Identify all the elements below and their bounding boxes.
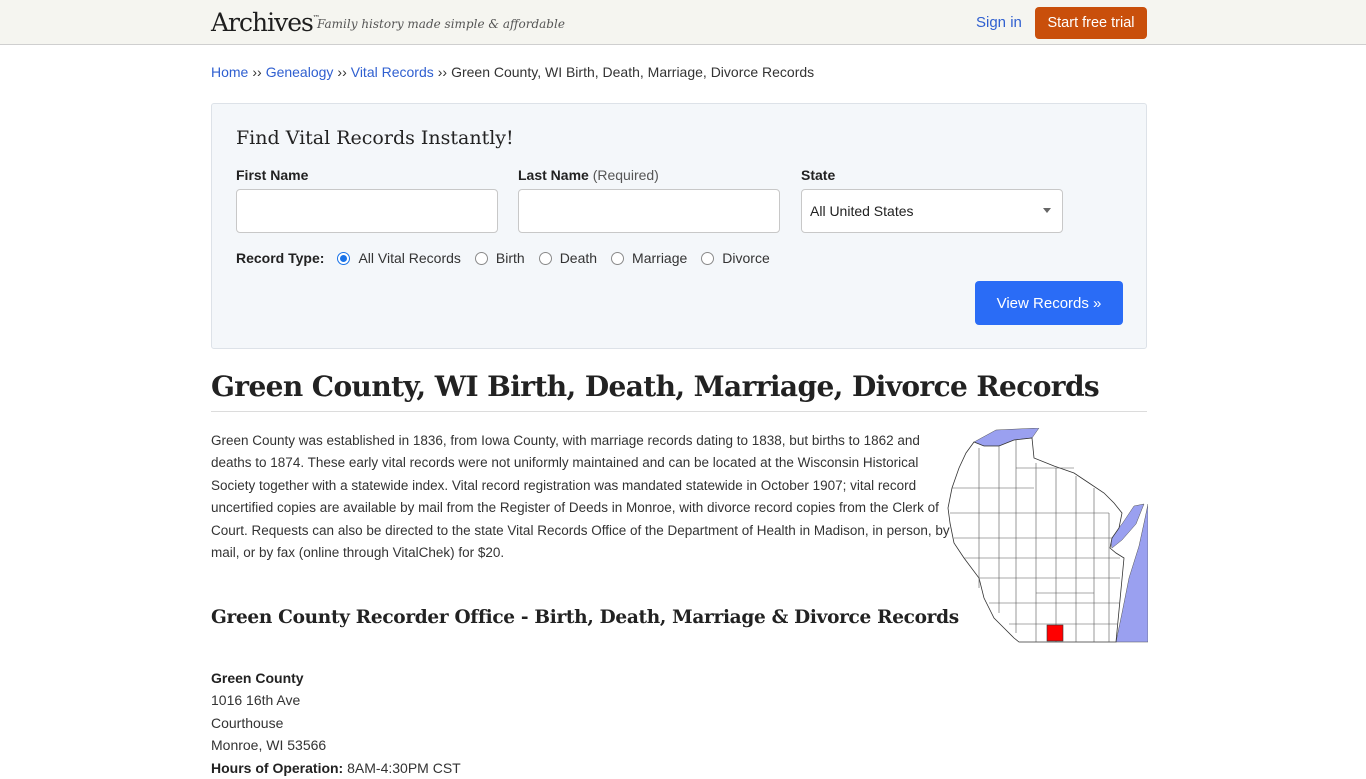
- office-name: Green County: [211, 670, 304, 686]
- view-records-button[interactable]: View Records »: [975, 281, 1123, 325]
- radio-label: Divorce: [722, 250, 770, 266]
- state-label: State: [801, 167, 836, 183]
- office-address-line2: Courthouse: [211, 714, 284, 731]
- top-navbar: Archives™ Family history made simple & a…: [0, 0, 1366, 45]
- title-divider: [211, 411, 1147, 412]
- breadcrumb: Home ›› Genealogy ›› Vital Records ›› Green Co…: [211, 64, 814, 80]
- archives-logo[interactable]: Archives™: [211, 8, 320, 37]
- last-name-input[interactable]: [518, 189, 780, 233]
- last-name-label-text: Last Name: [518, 167, 589, 183]
- logo-text: Archives: [211, 8, 314, 37]
- start-free-trial-button[interactable]: Start free trial: [1035, 7, 1147, 39]
- record-type-label: Record Type:: [236, 250, 325, 266]
- radio-marriage[interactable]: Marriage: [611, 250, 687, 266]
- radio-label: Death: [559, 250, 598, 266]
- breadcrumb-separator: ››: [437, 64, 448, 80]
- breadcrumb-genealogy[interactable]: Genealogy: [266, 64, 334, 80]
- radio-all-vital-records[interactable]: All Vital Records: [337, 250, 461, 266]
- record-type-group: Record Type: All Vital Records Birth Dea…: [236, 250, 784, 266]
- radio-button[interactable]: [701, 251, 715, 265]
- first-name-input[interactable]: [236, 189, 498, 233]
- intro-paragraph: Green County was established in 1836, fr…: [211, 433, 950, 561]
- breadcrumb-separator: ››: [337, 64, 347, 80]
- radio-label: Birth: [495, 250, 525, 266]
- search-title: Find Vital Records Instantly!: [236, 127, 514, 149]
- radio-button[interactable]: [474, 251, 488, 265]
- green-county-highlight: [1046, 624, 1064, 642]
- state-selected-value: All United States: [810, 203, 914, 219]
- radio-label: Marriage: [632, 250, 688, 266]
- radio-button[interactable]: [538, 251, 552, 265]
- search-form: Find Vital Records Instantly! First Name…: [211, 103, 1147, 349]
- office-address-line1: 1016 16th Ave: [211, 692, 301, 709]
- recorder-office-heading: Green County Recorder Office - Birth, De…: [211, 607, 959, 628]
- radio-label: All Vital Records: [358, 250, 461, 266]
- office-address-block: Green County 1016 16th Ave Courthouse Mo…: [211, 667, 461, 779]
- required-note: (Required): [592, 167, 659, 183]
- page-title: Green County, WI Birth, Death, Marriage,…: [211, 370, 1100, 403]
- chevron-down-icon: [1043, 208, 1051, 213]
- radio-divorce[interactable]: Divorce: [701, 250, 770, 266]
- radio-button[interactable]: [611, 251, 625, 265]
- tagline: Family history made simple & affordable: [317, 17, 565, 31]
- breadcrumb-separator: ››: [252, 64, 262, 80]
- wisconsin-county-map: [947, 428, 1148, 643]
- breadcrumb-vital-records[interactable]: Vital Records: [351, 64, 434, 80]
- radio-button[interactable]: [337, 251, 351, 265]
- last-name-label: Last Name (Required): [518, 167, 659, 183]
- breadcrumb-current: Green County, WI Birth, Death, Marriage,…: [451, 64, 815, 80]
- radio-death[interactable]: Death: [538, 250, 598, 266]
- state-select[interactable]: All United States: [801, 189, 1063, 233]
- office-city-state-zip: Monroe, WI 53566: [211, 737, 327, 754]
- sign-in-link[interactable]: Sign in: [976, 14, 1022, 31]
- breadcrumb-home[interactable]: Home: [211, 64, 248, 80]
- first-name-label: First Name: [236, 167, 309, 183]
- radio-birth[interactable]: Birth: [474, 250, 525, 266]
